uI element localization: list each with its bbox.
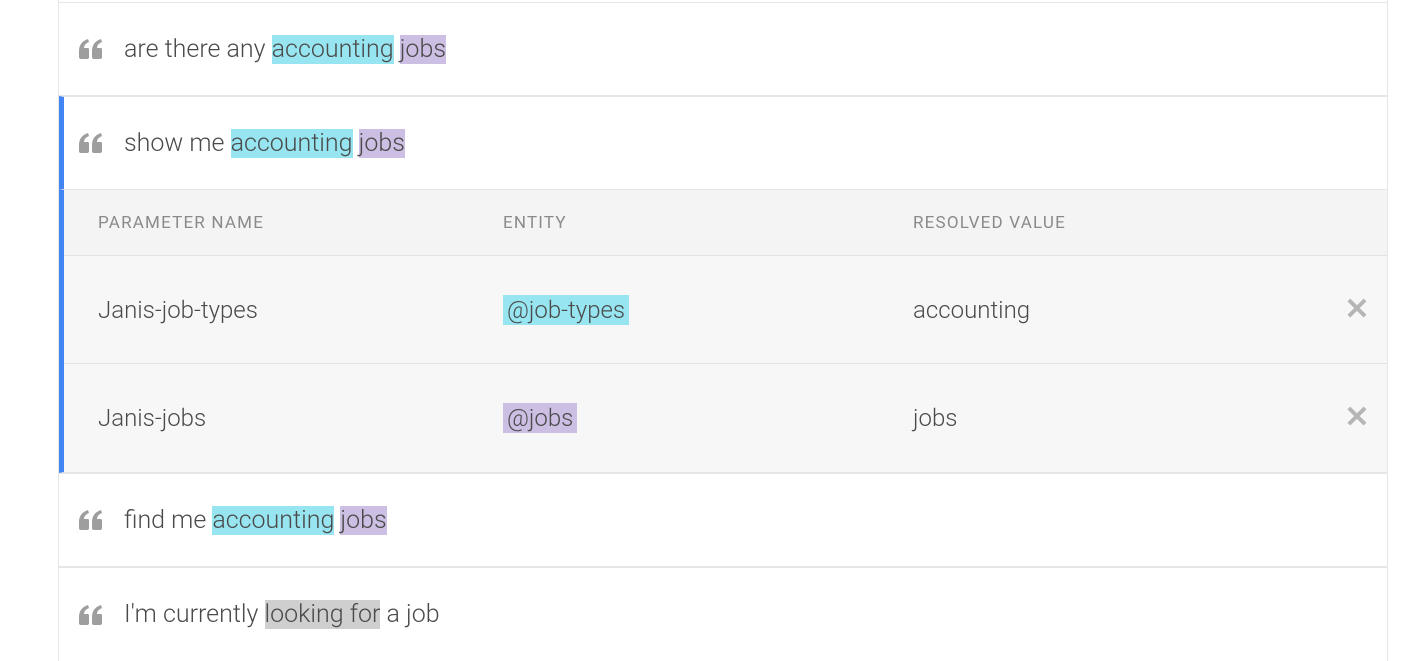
phrase-segment xyxy=(394,35,400,64)
resolved-value[interactable]: jobs xyxy=(913,404,1327,432)
parameter-name[interactable]: Janis-jobs xyxy=(98,404,503,432)
phrase-text[interactable]: I'm currently looking for a job xyxy=(124,600,440,629)
header-parameter-name: PARAMETER NAME xyxy=(98,213,503,233)
entity-highlight[interactable]: accounting xyxy=(272,35,394,64)
training-phrase-row[interactable]: I'm currently looking for a job xyxy=(59,567,1387,661)
phrase-segment: I'm currently xyxy=(124,600,265,629)
training-phrase-row-selected[interactable]: show me accounting jobs xyxy=(59,96,1387,190)
parameters-header: PARAMETER NAME ENTITY RESOLVED VALUE xyxy=(64,190,1387,256)
training-phrases-panel: are there any accounting jobs show me ac… xyxy=(58,0,1388,661)
parameter-row[interactable]: Janis-job-types@job-types accounting ✕ xyxy=(64,256,1387,364)
entity-chip[interactable]: @jobs xyxy=(503,403,577,433)
phrase-text[interactable]: show me accounting jobs xyxy=(124,129,405,158)
resolved-value[interactable]: accounting xyxy=(913,296,1327,324)
quote-icon xyxy=(79,510,124,530)
phrase-text[interactable]: are there any accounting jobs xyxy=(124,35,446,64)
entity-highlight[interactable]: jobs xyxy=(340,506,386,535)
training-phrase-row[interactable]: find me accounting jobs xyxy=(59,473,1387,567)
phrase-segment xyxy=(353,129,359,158)
phrase-segment: find me xyxy=(124,506,212,535)
entity-chip[interactable]: @job-types xyxy=(503,295,629,325)
delete-parameter-button[interactable]: ✕ xyxy=(1344,292,1369,327)
training-phrase-row[interactable]: are there any accounting jobs xyxy=(59,2,1387,96)
quote-icon xyxy=(79,39,124,59)
phrase-segment: are there any xyxy=(124,35,272,64)
delete-parameter-button[interactable]: ✕ xyxy=(1344,400,1369,435)
phrase-segment: a job xyxy=(380,600,439,629)
entity-highlight[interactable]: looking for xyxy=(265,600,381,629)
entity-highlight[interactable]: accounting xyxy=(231,129,353,158)
phrase-segment: show me xyxy=(124,129,231,158)
entity-highlight[interactable]: jobs xyxy=(400,35,446,64)
parameters-panel: PARAMETER NAME ENTITY RESOLVED VALUE Jan… xyxy=(59,190,1387,473)
entity-highlight[interactable]: accounting xyxy=(212,506,334,535)
parameter-name[interactable]: Janis-job-types xyxy=(98,296,503,324)
parameter-row[interactable]: Janis-jobs@jobs jobs ✕ xyxy=(64,364,1387,472)
entity-highlight[interactable]: jobs xyxy=(359,129,405,158)
phrase-text[interactable]: find me accounting jobs xyxy=(124,506,387,535)
header-entity: ENTITY xyxy=(503,213,913,233)
header-resolved-value: RESOLVED VALUE xyxy=(913,213,1327,233)
quote-icon xyxy=(79,133,124,153)
quote-icon xyxy=(79,605,124,625)
